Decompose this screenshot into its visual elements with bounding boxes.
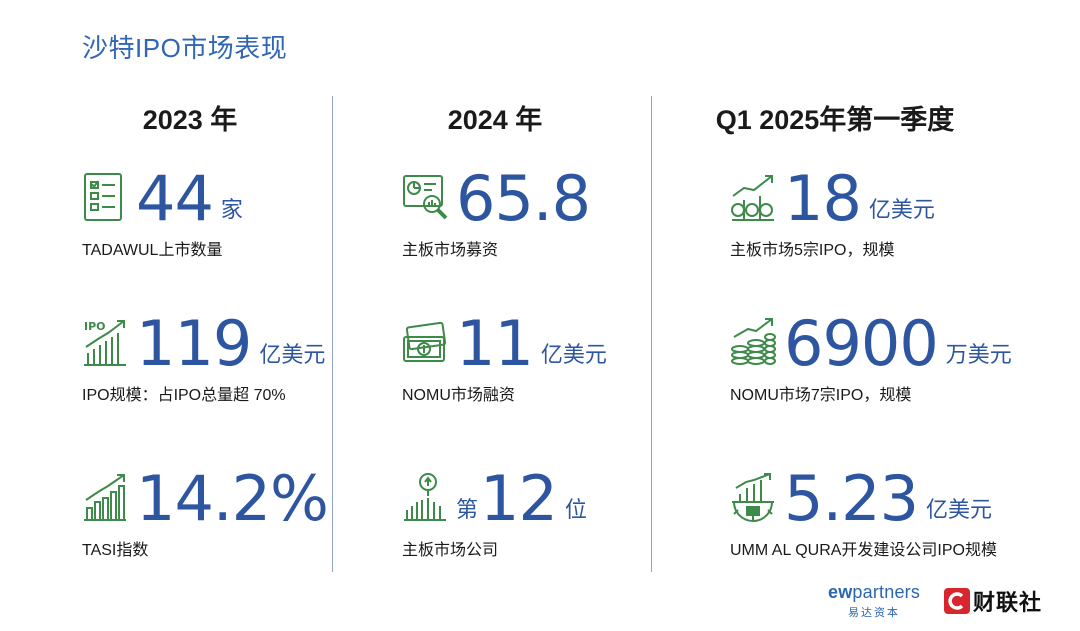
stat-2023-ipo-size: IPO 119 亿美元 IPO规模：占IPO总量超 70% <box>82 307 326 405</box>
cls-logo: 财联社 <box>944 585 1042 617</box>
stat-label: IPO规模：占IPO总量超 70% <box>82 387 286 404</box>
page-title: 沙特IPO市场表现 <box>82 33 288 63</box>
stat-unit: 亿美元 <box>926 497 993 522</box>
logo-text-bold: ew <box>828 582 853 602</box>
stat-value: 12 <box>480 462 558 535</box>
cls-mark-icon <box>944 588 970 614</box>
bar-chart-up-arrow-icon <box>84 474 126 521</box>
column-heading-2024: 2024 年 <box>447 105 543 135</box>
svg-text:IPO: IPO <box>84 320 106 333</box>
stat-unit: 位 <box>564 497 587 522</box>
cls-logo-text: 财联社 <box>973 590 1043 615</box>
column-heading-q1-2025: Q1 2025年第一季度 <box>715 105 955 135</box>
coin-stack-arrow-icon <box>731 318 776 365</box>
stat-label: 主板市场公司 <box>402 542 499 559</box>
stat-value: 65.8 <box>456 162 591 235</box>
stat-unit: 亿美元 <box>868 197 935 222</box>
stat-unit: 亿美元 <box>540 342 607 367</box>
stat-value: 5.23 <box>784 462 919 535</box>
stat-label: TASI指数 <box>82 542 149 559</box>
stat-unit: 亿美元 <box>259 342 326 367</box>
stat-value: 6900 <box>784 307 939 380</box>
ipo-growth-chart-icon: IPO <box>84 320 126 366</box>
stat-value: 119 <box>136 307 252 380</box>
stat-label: 主板市场募资 <box>402 242 499 259</box>
stat-2024-rank: 第 12 位 主板市场公司 <box>402 462 587 560</box>
stat-prefix: 第 <box>456 497 479 522</box>
stat-label: 主板市场5宗IPO，规模 <box>730 242 895 259</box>
checklist-icon <box>84 173 122 221</box>
stat-2023-tasi: 14.2% TASI指数 <box>82 462 329 560</box>
stat-label: NOMU市场7宗IPO，规模 <box>730 387 912 404</box>
stat-q1-umm-al-qura: 5.23 亿美元 UMM AL QURA开发建设公司IPO规模 <box>730 462 997 560</box>
stat-label: NOMU市场融资 <box>402 387 515 404</box>
stat-label: TADAWUL上市数量 <box>82 242 223 259</box>
logo-subtitle: 易达资本 <box>848 607 901 619</box>
stat-value: 14.2% <box>136 462 329 535</box>
banknotes-icon <box>403 321 447 362</box>
coins-growth-icon <box>731 175 774 221</box>
column-divider <box>651 96 652 572</box>
stat-unit: 家 <box>220 197 243 222</box>
ewpartners-logo: ewpartners 易达资本 <box>828 582 920 620</box>
ranking-chart-icon <box>404 473 446 521</box>
logo-text-rest: partners <box>852 582 921 602</box>
stat-2024-main-board: 65.8 主板市场募资 <box>402 162 591 260</box>
column-divider <box>332 96 333 572</box>
stat-q1-nomu: 6900 万美元 NOMU市场7宗IPO，规模 <box>730 307 1012 405</box>
column-heading-2023: 2023 年 <box>142 105 238 135</box>
stat-2023-listings: 44 家 TADAWUL上市数量 <box>82 162 243 260</box>
gear-chart-icon <box>732 473 774 522</box>
stat-value: 44 <box>136 162 214 235</box>
stat-value: 18 <box>784 162 862 235</box>
stat-label: UMM AL QURA开发建设公司IPO规模 <box>730 542 997 559</box>
stat-2024-nomu: 11 亿美元 NOMU市场融资 <box>402 307 607 405</box>
stat-q1-main-board: 18 亿美元 主板市场5宗IPO，规模 <box>730 162 935 260</box>
stat-unit: 万美元 <box>945 342 1012 367</box>
chart-magnifier-icon <box>403 175 448 220</box>
stat-value: 11 <box>456 307 534 380</box>
